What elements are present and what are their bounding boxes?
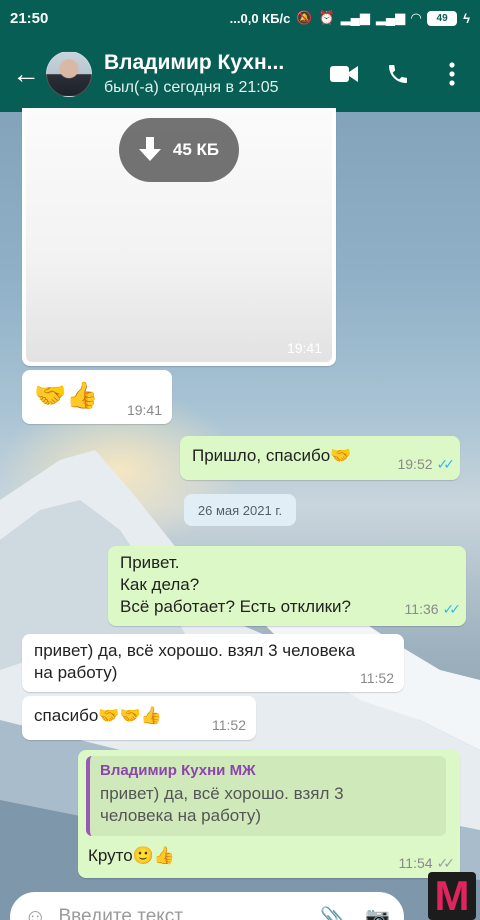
- message-text: спасибо🤝🤝👍: [34, 706, 162, 725]
- file-size-label: 45 КБ: [172, 140, 220, 159]
- message-time: 19:52: [397, 456, 433, 472]
- message-text: привет) да, всё хорошо. взял 3 человека …: [34, 640, 355, 684]
- message-text: Круто🙂👍: [88, 846, 176, 865]
- delivered-ticks-icon: ✓✓: [436, 855, 456, 871]
- message-time: 19:41: [286, 340, 322, 356]
- message-text: Привет. Как дела? Всё работает? Есть отк…: [120, 552, 351, 618]
- incoming-message[interactable]: спасибо🤝🤝👍 11:52: [22, 696, 256, 740]
- camera-icon[interactable]: 📷: [365, 905, 390, 920]
- message-time: 11:52: [360, 670, 394, 686]
- contact-info[interactable]: Владимир Кухн... был(-а) сегодня в 21:05: [104, 51, 324, 97]
- outgoing-message[interactable]: Привет. Как дела? Всё работает? Есть отк…: [108, 546, 466, 626]
- message-line: привет) да, всё хорошо. взял 3 человека: [34, 641, 356, 660]
- read-ticks-icon: ✓✓: [436, 456, 456, 472]
- voice-call-icon[interactable]: [378, 54, 418, 94]
- avatar[interactable]: [46, 51, 92, 97]
- date-separator: 26 мая 2021 г.: [184, 494, 296, 526]
- alarm-icon: ⏰: [318, 10, 335, 25]
- signal-icon: ▂▄▆: [340, 10, 370, 25]
- watermark-logo: M: [428, 872, 476, 920]
- emoji-icon[interactable]: ☺: [24, 904, 46, 920]
- charging-icon: ϟ: [463, 10, 470, 26]
- message-time: 11:36: [404, 601, 439, 617]
- message-time-status: 19:52 ✓✓: [397, 456, 456, 473]
- wifi-icon: ◠: [411, 10, 422, 25]
- last-seen-status: был(-а) сегодня в 21:05: [104, 79, 279, 96]
- download-button[interactable]: 45 КБ: [119, 118, 239, 182]
- message-line: Привет.: [120, 553, 180, 572]
- message-line: Всё работает? Есть отклики?: [120, 597, 351, 616]
- message-text: Пришло, спасибо🤝: [192, 446, 352, 465]
- incoming-message[interactable]: привет) да, всё хорошо. взял 3 человека …: [22, 634, 404, 692]
- mute-icon: 🔕: [296, 10, 313, 25]
- media-message[interactable]: 45 КБ 19:41: [22, 108, 336, 366]
- quoted-line: привет) да, всё хорошо. взял 3: [100, 784, 344, 803]
- battery-icon: 49: [427, 10, 458, 26]
- read-ticks-icon: ✓✓: [442, 601, 462, 617]
- message-line: Как дела?: [120, 575, 200, 594]
- signal-icon-2: ▂▄▆: [375, 10, 406, 25]
- attach-icon[interactable]: 📎: [320, 905, 345, 920]
- outgoing-reply-message[interactable]: Владимир Кухни МЖ привет) да, всё хорошо…: [78, 750, 460, 878]
- quoted-sender-name: Владимир Кухни МЖ: [100, 762, 256, 779]
- message-time: 11:54: [398, 855, 433, 871]
- incoming-message[interactable]: 🤝👍 19:41: [22, 370, 172, 424]
- more-options-icon[interactable]: [432, 54, 472, 94]
- message-text: 🤝👍: [34, 380, 99, 410]
- quoted-text: привет) да, всё хорошо. взял 3 человека …: [100, 783, 436, 827]
- clock: 21:50: [10, 9, 49, 27]
- message-time-status: 11:36 ✓✓: [404, 601, 462, 618]
- outgoing-message[interactable]: Пришло, спасибо🤝 19:52 ✓✓: [180, 436, 460, 480]
- back-arrow-icon[interactable]: ←: [8, 58, 44, 90]
- video-call-icon[interactable]: [324, 54, 364, 94]
- message-line: на работу): [34, 663, 118, 682]
- network-speed: ...0,0 КБ/с: [229, 10, 291, 26]
- message-input-bar[interactable]: ☺ Введите текст 📎 📷: [10, 892, 404, 920]
- contact-name: Владимир Кухн...: [104, 51, 285, 74]
- status-bar: 21:50 ...0,0 КБ/с 🔕 ⏰ ▂▄▆ ▂▄▆ ◠ 49 ϟ: [0, 0, 480, 36]
- chat-header: ← Владимир Кухн... был(-а) сегодня в 21:…: [0, 36, 480, 112]
- message-input[interactable]: Введите текст: [58, 906, 183, 920]
- download-icon: [138, 137, 161, 161]
- quoted-message[interactable]: Владимир Кухни МЖ привет) да, всё хорошо…: [86, 756, 446, 836]
- message-time: 11:52: [212, 717, 246, 733]
- message-time-status: 11:54 ✓✓: [398, 855, 456, 872]
- quoted-line: человека на работу): [100, 806, 262, 825]
- message-time: 19:41: [126, 402, 162, 418]
- blurred-image-preview: 45 КБ: [26, 108, 332, 362]
